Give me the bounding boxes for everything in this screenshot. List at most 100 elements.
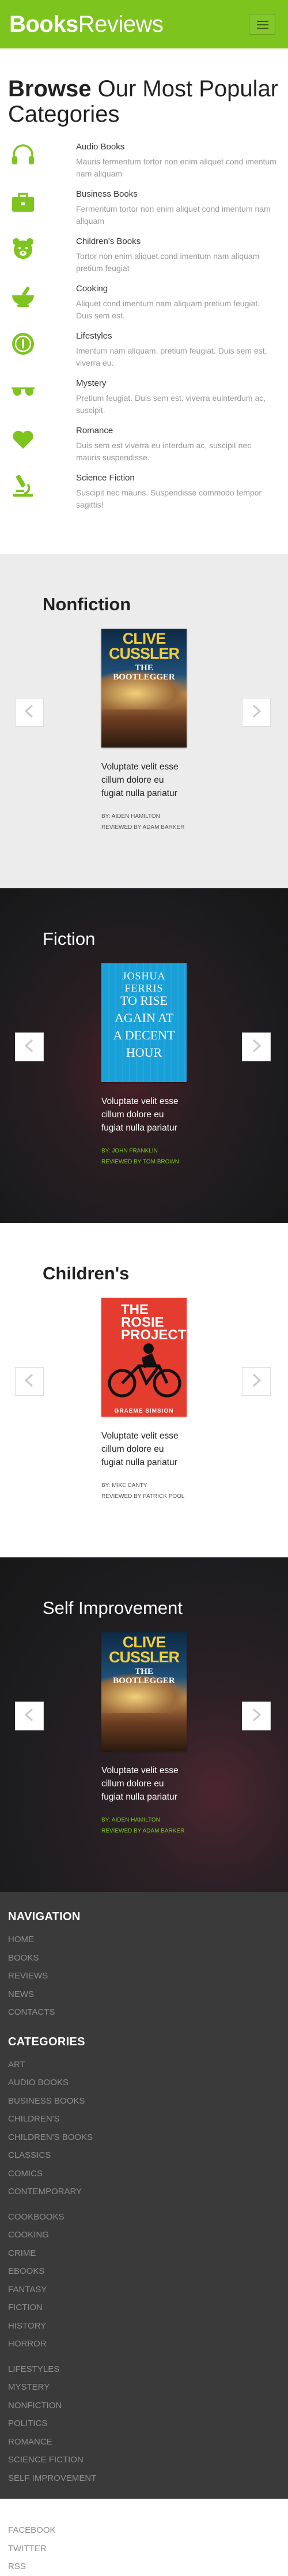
footer-category-group: COOKBOOKS COOKING CRIME EBOOKS FANTASY FICTIO… [8,2208,280,2353]
book-cover[interactable]: JOSHUA FERRIS TO RISE AGAIN AT A DECENT … [101,963,187,1082]
book-author: BY: AIDEN HAMILTON [101,813,160,820]
hamburger-icon [257,21,268,22]
footer-category-link[interactable]: COMICS [8,2165,280,2183]
category-title[interactable]: Romance [76,426,278,436]
cover-title: THE BOOTLEGGER [113,1667,175,1685]
mortar-pestle-icon [8,284,76,322]
carousel-next-button[interactable] [242,1702,271,1730]
footer-category-link[interactable]: HORROR [8,2335,280,2353]
footer-categories-heading: CATEGORIES [8,2035,85,2048]
category-item[interactable]: Cooking Aliquet cond imentum nam aliquam… [8,284,280,322]
footer-category-link[interactable]: ROMANCE [8,2433,280,2451]
book-meta: BY: JOHN FRANKLIN REVIEWED BY TOM BROWN [101,1146,217,1167]
book-excerpt[interactable]: Voluptate velit esse cillum dolore eu fu… [101,1429,188,1469]
footer-category-link[interactable]: EBOOKS [8,2262,280,2281]
chevron-left-icon [24,1039,35,1056]
category-item[interactable]: Business Books Fermentum tortor non enim… [8,189,280,227]
footer-social-link[interactable]: FACEBOOK [8,2521,280,2540]
footer-nav-link[interactable]: HOME [8,1931,280,1949]
category-title[interactable]: Science Fiction [76,473,278,483]
hamburger-menu-button[interactable] [249,14,275,35]
cover-author: JOSHUA FERRIS [122,970,166,994]
chevron-right-icon [251,1039,262,1056]
footer-social-link[interactable]: RSS [8,2558,280,2576]
microscope-icon [8,473,76,511]
category-title[interactable]: Mystery [76,378,278,389]
category-title[interactable]: Lifestyles [76,331,278,341]
category-item[interactable]: Audio Books Mauris fermentum tortor non … [8,142,280,180]
footer-category-link[interactable]: MYSTERY [8,2378,280,2397]
footer-category-link[interactable]: FANTASY [8,2281,280,2299]
site-footer: NAVIGATION HOME BOOKS REVIEWS NEWS CONTACTS … [0,1892,288,2571]
footer-category-link[interactable]: CRIME [8,2244,280,2263]
browse-categories-section: Browse Our Most Popular Categories Audio… [0,48,288,554]
footer-category-link[interactable]: COOKING [8,2226,280,2244]
book-author: BY: JOHN FRANKLIN [101,1148,158,1154]
carousel-prev-button[interactable] [15,1032,44,1061]
category-item[interactable]: Romance Duis sem est viverra eu interdum… [8,426,280,464]
book-reviewer: REVIEWED BY PATRICK POOL [101,1493,185,1500]
footer-category-link[interactable]: ART [8,2056,280,2074]
footer-category-link[interactable]: CHILDREN'S BOOKS [8,2128,280,2147]
category-description: Mauris fermentum tortor non enim aliquet… [76,157,276,178]
category-item[interactable]: Lifestyles Imentum nam aliquam. pretium … [8,331,280,369]
section-title: Nonfiction [43,594,131,614]
footer-nav-link[interactable]: NEWS [8,1985,280,2004]
carousel-prev-button[interactable] [15,698,44,727]
category-title[interactable]: Children's Books [76,236,278,247]
book-cover[interactable]: CLIVE CUSSLER THE BOOTLEGGER [101,629,187,748]
carousel-next-button[interactable] [242,698,271,727]
category-item[interactable]: Mystery Pretium feugiat. Duis sem est, v… [8,378,280,416]
footer-category-link[interactable]: HISTORY [8,2317,280,2335]
book-excerpt[interactable]: Voluptate velit esse cillum dolore eu fu… [101,1764,188,1804]
carousel-prev-button[interactable] [15,1702,44,1730]
coin-icon [8,331,76,369]
footer-category-link[interactable]: NONFICTION [8,2397,280,2415]
carousel-next-button[interactable] [242,1367,271,1396]
book-reviewer: REVIEWED BY TOM BROWN [101,1159,180,1165]
book-cover[interactable]: THE ROSIE PROJECT GRAEME SIMSION [101,1298,187,1417]
cover-title: THE ROSIE PROJECT [121,1302,187,1343]
cover-author: CLIVE CUSSLER [108,1634,180,1666]
cover-author: GRAEME SIMSION [114,1408,174,1414]
carousel-next-button[interactable] [242,1032,271,1061]
book-cover[interactable]: CLIVE CUSSLER THE BOOTLEGGER [101,1632,187,1751]
category-description: Pretium feugiat. Duis sem est, viverra e… [76,393,266,415]
site-logo[interactable]: BooksReviews [9,13,164,36]
footer-nav-link[interactable]: CONTACTS [8,2003,280,2022]
footer-category-link[interactable]: BUSINESS BOOKS [8,2092,280,2111]
footer-navigation-list: HOME BOOKS REVIEWS NEWS CONTACTS [8,1931,280,2022]
category-item[interactable]: Science Fiction Suscipit nec mauris. Sus… [8,473,280,511]
footer-category-link[interactable]: SCIENCE FICTION [8,2451,280,2469]
footer-category-link[interactable]: LIFESTYLES [8,2360,280,2379]
footer-category-link[interactable]: CLASSICS [8,2146,280,2165]
chevron-right-icon [251,704,262,721]
cover-title: TO RISE AGAIN AT A DECENT HOUR [113,993,175,1060]
footer-category-link[interactable]: CHILDREN'S [8,2110,280,2128]
footer-social-link[interactable]: TWITTER [8,2540,280,2558]
category-item[interactable]: Children's Books Tortor non enim aliquet… [8,236,280,275]
carousel-prev-button[interactable] [15,1367,44,1396]
category-title[interactable]: Business Books [76,189,278,200]
book-reviewer: REVIEWED BY ADAM BARKER [101,824,185,831]
category-title[interactable]: Cooking [76,284,278,294]
section-title: Self Improvement [43,1598,183,1618]
chevron-left-icon [24,1373,35,1390]
footer-category-link[interactable]: SELF IMPROVEMENT [8,2469,280,2488]
footer-category-link[interactable]: POLITICS [8,2414,280,2433]
book-excerpt[interactable]: Voluptate velit esse cillum dolore eu fu… [101,1095,188,1135]
book-author: BY: MIKE CANTY [101,1482,147,1489]
footer-category-link[interactable]: CONTEMPORARY [8,2183,280,2201]
heart-icon [8,426,76,464]
footer-category-link[interactable]: COOKBOOKS [8,2208,280,2226]
footer-category-group: LIFESTYLES MYSTERY NONFICTION POLITICS ROMAN… [8,2360,280,2488]
footer-nav-link[interactable]: BOOKS [8,1949,280,1967]
section-title: Fiction [43,929,96,949]
footer-category-link[interactable]: FICTION [8,2299,280,2317]
category-title[interactable]: Audio Books [76,142,278,152]
footer-nav-link[interactable]: REVIEWS [8,1967,280,1985]
footer-category-link[interactable]: AUDIO BOOKS [8,2074,280,2092]
carousel-section: Self Improvement CLIVE CUSSLER THE BOOTL… [0,1557,288,1892]
book-excerpt[interactable]: Voluptate velit esse cillum dolore eu fu… [101,760,188,800]
cover-title: THE BOOTLEGGER [113,663,175,682]
